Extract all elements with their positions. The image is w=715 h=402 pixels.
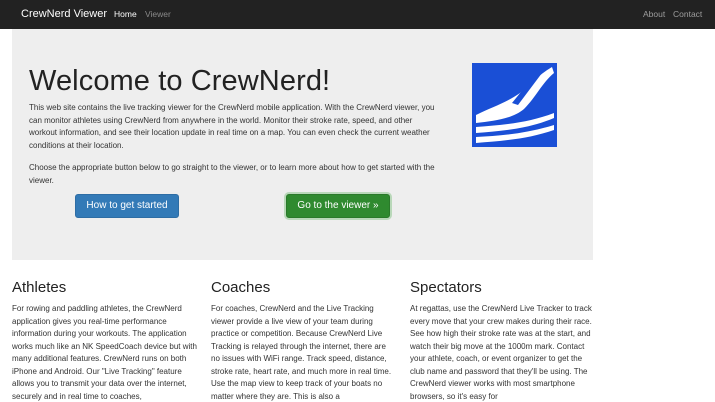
nav-link-viewer[interactable]: Viewer (145, 9, 171, 19)
spectators-text: At regattas, use the CrewNerd Live Track… (410, 304, 592, 401)
welcome-jumbotron: Welcome to CrewNerd! This web site conta… (12, 29, 593, 260)
instructions-paragraph: Choose the appropriate button below to g… (29, 163, 435, 185)
coaches-heading: Coaches (211, 279, 271, 296)
spectators-heading: Spectators (410, 279, 482, 296)
nav-link-contact[interactable]: Contact (673, 9, 702, 19)
coaches-text: For coaches, CrewNerd and the Live Track… (211, 304, 392, 401)
page-title: Welcome to CrewNerd! (29, 65, 331, 97)
navbar-brand[interactable]: CrewNerd Viewer (21, 8, 107, 20)
get-started-button[interactable]: How to get started (75, 194, 179, 218)
nav-link-about[interactable]: About (643, 9, 665, 19)
athletes-heading: Athletes (12, 279, 67, 296)
nav-link-home[interactable]: Home (114, 9, 137, 19)
athletes-text: For rowing and paddling athletes, the Cr… (12, 304, 197, 401)
intro-paragraph: This web site contains the live tracking… (29, 103, 435, 150)
go-to-viewer-button[interactable]: Go to the viewer » (286, 194, 390, 218)
top-navbar: CrewNerd Viewer Home Viewer About Contac… (0, 0, 715, 29)
crewnerd-logo-icon (472, 63, 557, 147)
